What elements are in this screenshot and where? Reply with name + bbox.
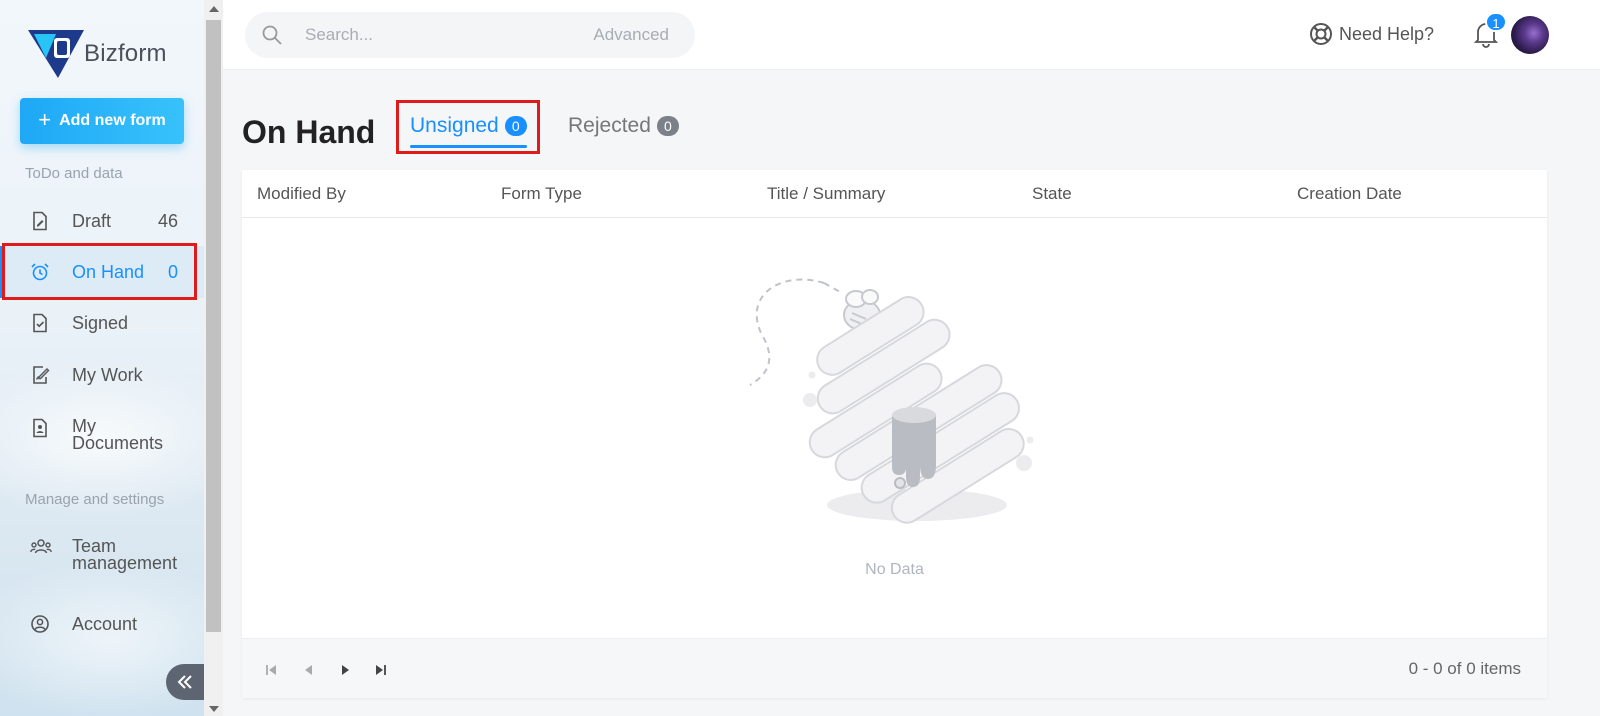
sidebar-item-label: Signed bbox=[72, 313, 129, 333]
items-count: 0 - 0 of 0 items bbox=[1408, 659, 1521, 678]
app-logo[interactable]: Bizform bbox=[26, 28, 167, 80]
user-avatar[interactable] bbox=[1511, 16, 1549, 54]
top-bar: Advanced Need Help? 1 bbox=[223, 0, 1600, 70]
previous-page-icon[interactable] bbox=[300, 661, 318, 679]
section-label-todo: ToDo and data bbox=[25, 165, 123, 182]
column-header-title-summary[interactable]: Title / Summary bbox=[767, 184, 885, 204]
sidebar-item-count: 46 bbox=[157, 210, 178, 231]
column-header-form-type[interactable]: Form Type bbox=[501, 184, 582, 204]
collapse-sidebar-button[interactable] bbox=[166, 664, 204, 700]
tab-count-badge: 0 bbox=[656, 116, 679, 136]
column-header-creation-date[interactable]: Creation Date bbox=[1297, 184, 1402, 204]
section-label-manage: Manage and settings bbox=[25, 491, 165, 508]
empty-state: No Data bbox=[742, 265, 1052, 595]
user-document-icon bbox=[33, 418, 47, 438]
scroll-up-arrow-icon[interactable] bbox=[209, 6, 219, 12]
forms-table: Modified By Form Type Title / Summary St… bbox=[242, 170, 1547, 698]
sidebar-item-label: My Work bbox=[72, 365, 143, 385]
next-page-icon[interactable] bbox=[336, 661, 354, 679]
sidebar-item-team-management[interactable]: Team management bbox=[0, 530, 204, 592]
account-circle-icon bbox=[31, 615, 49, 633]
sidebar-scrollbar[interactable] bbox=[204, 0, 223, 716]
add-new-form-button[interactable]: + Add new form bbox=[20, 98, 184, 144]
tab-count-badge: 0 bbox=[504, 116, 527, 136]
logo-text: Bizform bbox=[84, 40, 167, 67]
tab-label: Rejected bbox=[568, 114, 651, 137]
sidebar-item-draft[interactable]: Draft 46 bbox=[0, 195, 204, 247]
table-header: Modified By Form Type Title / Summary St… bbox=[242, 170, 1547, 218]
sidebar-item-account[interactable]: Account bbox=[0, 598, 204, 650]
file-edit-icon bbox=[33, 211, 47, 231]
sidebar: Bizform + Add new form ToDo and data Dra… bbox=[0, 0, 204, 716]
advanced-search-link[interactable]: Advanced bbox=[593, 25, 669, 45]
need-help-label: Need Help? bbox=[1339, 23, 1435, 44]
team-icon bbox=[30, 539, 52, 554]
table-pagination: 0 - 0 of 0 items bbox=[242, 638, 1547, 698]
last-page-icon[interactable] bbox=[372, 661, 390, 679]
file-check-icon bbox=[33, 313, 47, 333]
double-chevron-left-icon bbox=[177, 675, 192, 689]
alarm-clock-icon bbox=[31, 263, 49, 281]
notifications-button[interactable]: 1 bbox=[1473, 12, 1507, 50]
sidebar-item-signed[interactable]: Signed bbox=[0, 297, 204, 349]
need-help-button[interactable]: Need Help? bbox=[1309, 22, 1434, 46]
scroll-down-arrow-icon[interactable] bbox=[209, 706, 219, 712]
search-input[interactable] bbox=[305, 22, 565, 48]
bizform-logo-icon bbox=[28, 30, 84, 78]
pencil-document-icon bbox=[33, 366, 50, 384]
add-new-form-label: Add new form bbox=[59, 112, 166, 129]
tab-label: Unsigned bbox=[410, 114, 499, 137]
scrollbar-thumb[interactable] bbox=[206, 20, 221, 632]
tab-rejected[interactable]: Rejected 0 bbox=[568, 114, 679, 138]
sidebar-item-on-hand[interactable]: On Hand 0 bbox=[0, 246, 204, 298]
empty-honeycomb-bee-illustration bbox=[749, 278, 1034, 524]
column-header-state[interactable]: State bbox=[1032, 184, 1072, 204]
sidebar-item-label: Account bbox=[72, 614, 138, 634]
sidebar-item-my-documents[interactable]: My Documents bbox=[0, 410, 204, 472]
plus-icon: + bbox=[38, 107, 52, 132]
tab-unsigned[interactable]: Unsigned 0 bbox=[410, 114, 527, 148]
search-icon[interactable] bbox=[261, 24, 283, 46]
sidebar-item-label-line2: management bbox=[72, 553, 178, 573]
sidebar-item-label-line2: Documents bbox=[72, 433, 164, 453]
search-bar: Advanced bbox=[245, 12, 695, 58]
sidebar-item-label: On Hand bbox=[72, 262, 145, 282]
sidebar-item-label: Draft bbox=[72, 211, 112, 231]
first-page-icon[interactable] bbox=[262, 661, 280, 679]
page-title: On Hand bbox=[242, 114, 376, 150]
sidebar-item-count: 0 bbox=[167, 261, 178, 282]
notification-badge: 1 bbox=[1485, 12, 1507, 32]
no-data-text: No Data bbox=[865, 561, 924, 578]
sidebar-item-my-work[interactable]: My Work bbox=[0, 349, 204, 401]
lifebuoy-icon bbox=[1310, 23, 1332, 45]
column-header-modified-by[interactable]: Modified By bbox=[257, 184, 346, 204]
